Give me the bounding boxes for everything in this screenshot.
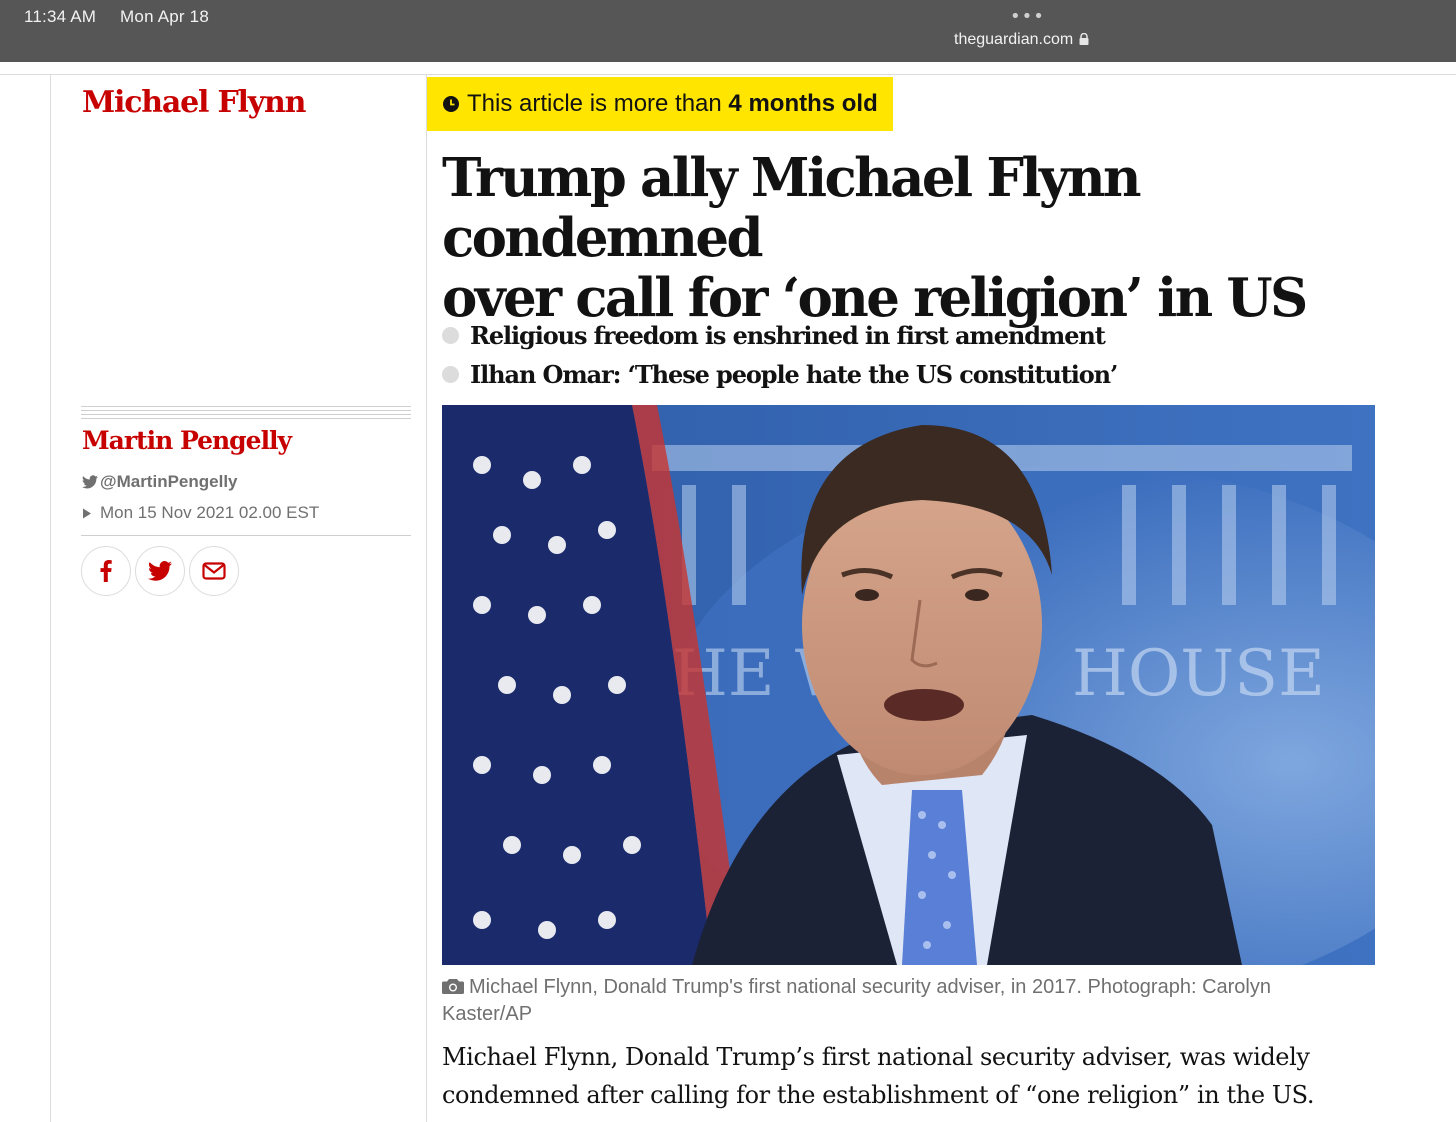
status-clock: 11:34 AM Mon Apr 18 <box>24 7 209 27</box>
clock-icon <box>443 96 459 112</box>
caption-text: Michael Flynn, Donald Trump's first nati… <box>442 976 1271 1025</box>
age-warning-prefix: This article is more than <box>467 90 729 117</box>
standfirst-text[interactable]: Ilhan Omar: ‘These people hate the US co… <box>470 360 1118 389</box>
section-tag-link[interactable]: Michael Flynn <box>82 85 306 120</box>
bullet-icon <box>442 366 459 383</box>
status-time: 11:34 AM <box>24 7 97 26</box>
page-top-border <box>0 62 1456 75</box>
image-caption: Michael Flynn, Donald Trump's first nati… <box>442 974 1352 1028</box>
disclosure-triangle-icon <box>83 508 91 518</box>
body-line-1: Michael Flynn, Donald Trump’s first nati… <box>442 1043 1310 1071</box>
headline-line-1: Trump ally Michael Flynn condemned <box>442 147 1142 269</box>
twitter-icon <box>148 561 172 581</box>
publication-date-text: Mon 15 Nov 2021 02.00 EST <box>100 503 320 522</box>
status-date: Mon Apr 18 <box>120 7 209 26</box>
lock-icon <box>1079 33 1089 45</box>
article-body-paragraph: Michael Flynn, Donald Trump’s first nati… <box>442 1038 1402 1114</box>
email-icon <box>202 562 226 580</box>
author-link[interactable]: Martin Pengelly <box>82 426 292 455</box>
share-facebook-button[interactable] <box>81 546 131 596</box>
standfirst-item[interactable]: Ilhan Omar: ‘These people hate the US co… <box>442 355 1432 394</box>
column-divider-left <box>50 75 51 1122</box>
body-line-2: condemned after calling for the establis… <box>442 1081 1315 1109</box>
author-twitter[interactable]: @MartinPengelly <box>82 472 238 492</box>
share-email-button[interactable] <box>189 546 239 596</box>
publication-date[interactable]: Mon 15 Nov 2021 02.00 EST <box>82 503 319 523</box>
standfirst-item: Religious freedom is enshrined in first … <box>442 316 1432 355</box>
standfirst-list: Religious freedom is enshrined in first … <box>442 316 1432 394</box>
byline-divider <box>81 406 411 422</box>
column-divider-middle <box>426 75 427 1122</box>
hero-image[interactable]: HE W HOUSE <box>442 405 1375 965</box>
bullet-icon <box>442 327 459 344</box>
browser-status-bar: 11:34 AM Mon Apr 18 ••• theguardian.com <box>0 0 1456 62</box>
article-age-warning: This article is more than 4 months old <box>427 77 893 131</box>
facebook-icon <box>100 560 112 582</box>
multitasking-dots-icon[interactable]: ••• <box>1010 6 1045 27</box>
svg-text:HOUSE: HOUSE <box>1072 637 1325 711</box>
share-buttons <box>81 546 239 596</box>
article-headline: Trump ally Michael Flynn condemned over … <box>442 148 1432 328</box>
age-warning-age: 4 months old <box>728 90 878 117</box>
share-twitter-button[interactable] <box>135 546 185 596</box>
url-text[interactable]: theguardian.com <box>954 31 1073 49</box>
standfirst-text: Religious freedom is enshrined in first … <box>470 321 1106 350</box>
url-bar[interactable]: theguardian.com <box>954 31 1089 49</box>
camera-icon <box>442 979 464 994</box>
meta-divider <box>81 535 411 536</box>
twitter-handle-text[interactable]: @MartinPengelly <box>100 472 238 492</box>
hero-photo-illustration: HE W HOUSE <box>442 405 1375 965</box>
twitter-bird-icon <box>82 475 98 489</box>
